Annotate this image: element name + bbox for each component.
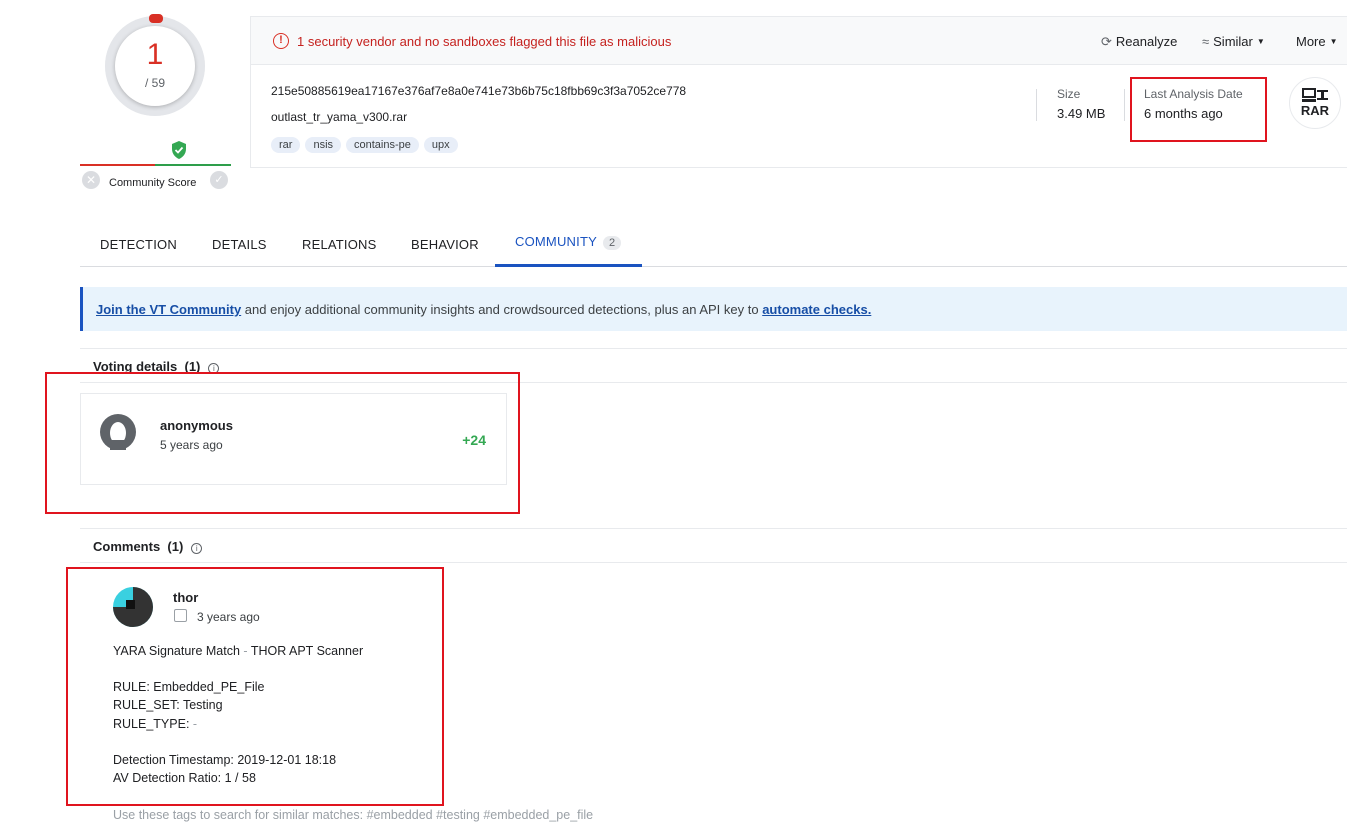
comment-tags-line: Use these tags to search for similar mat… <box>113 808 594 822</box>
scanner-name: THOR APT Scanner <box>250 644 364 658</box>
comment-time: 3 years ago <box>197 610 260 624</box>
info-icon[interactable]: i <box>191 543 203 554</box>
file-tags: rar nsis contains-pe upx <box>271 136 463 153</box>
separator-text: - <box>239 644 251 658</box>
alert-bar: ! 1 security vendor and no sandboxes fla… <box>251 17 1347 65</box>
refresh-icon: ⟳ <box>1101 34 1112 49</box>
yara-match-text: YARA Signature Match <box>113 644 240 658</box>
anonymous-avatar-icon <box>100 414 136 450</box>
reanalyze-button[interactable]: ⟳ Reanalyze <box>1101 34 1177 50</box>
divider <box>1124 89 1125 121</box>
tab-details[interactable]: DETAILS <box>212 237 267 252</box>
similar-label: Similar <box>1213 34 1253 49</box>
last-analysis-date-value: 6 months ago <box>1144 106 1223 121</box>
comments-title-text: Comments <box>93 539 161 554</box>
file-header-card: ! 1 security vendor and no sandboxes fla… <box>250 16 1347 168</box>
vote-score: +24 <box>462 432 486 448</box>
community-score-bar <box>80 164 231 166</box>
community-count-badge: 2 <box>602 236 622 250</box>
score-indicator-dot <box>149 14 163 23</box>
comment-rule-set: RULE_SET: Testing <box>113 698 223 712</box>
rule-type-value: - <box>189 717 198 731</box>
file-type-label: RAR <box>1300 103 1330 118</box>
size-value: 3.49 MB <box>1057 106 1106 121</box>
tag-upx[interactable]: upx <box>423 137 458 153</box>
join-community-link[interactable]: Join the VT Community <box>96 302 241 317</box>
tab-behavior[interactable]: BEHAVIOR <box>411 237 479 252</box>
shield-check-icon <box>172 141 186 159</box>
tab-detection[interactable]: DETECTION <box>100 237 177 252</box>
comment-timestamp: Detection Timestamp: 2019-12-01 18:18 <box>113 753 337 767</box>
size-label: Size <box>1057 87 1081 101</box>
reanalyze-label: Reanalyze <box>1115 34 1178 49</box>
tag-contains-pe[interactable]: contains-pe <box>346 137 419 153</box>
thor-avatar <box>113 587 153 627</box>
similar-icon: ≈ <box>1202 34 1210 49</box>
comment-rule: RULE: Embedded_PE_File <box>113 680 265 694</box>
comments-title: Comments (1) i <box>93 539 203 554</box>
alert-message: 1 security vendor and no sandboxes flagg… <box>297 34 672 49</box>
comments-count: (1) <box>167 539 184 554</box>
file-type-badge: RAR <box>1289 77 1341 129</box>
banner-middle-text: and enjoy additional community insights … <box>241 302 763 317</box>
report-tabs: DETECTION DETAILS RELATIONS BEHAVIOR COM… <box>80 228 1347 267</box>
alert-icon: ! <box>273 33 289 49</box>
vote-time: 5 years ago <box>160 438 223 452</box>
vote-malicious-icon[interactable]: ✕ <box>82 171 100 189</box>
comment-ratio: AV Detection Ratio: 1 / 58 <box>113 771 256 785</box>
tag-nsis[interactable]: nsis <box>305 137 342 153</box>
voting-count: (1) <box>184 359 201 374</box>
comments-header: Comments (1) i <box>80 528 1347 563</box>
info-icon[interactable]: i <box>208 363 220 374</box>
tag-rar[interactable]: rar <box>271 137 301 153</box>
vote-user[interactable]: anonymous <box>160 418 233 433</box>
community-banner: Join the VT Community and enjoy addition… <box>80 287 1347 331</box>
rar-file-icon <box>1302 88 1328 102</box>
comment-user[interactable]: thor <box>173 590 198 605</box>
vote-harmless-icon[interactable]: ✓ <box>210 171 228 189</box>
caret-down-icon: ▼ <box>1256 37 1265 46</box>
similar-dropdown[interactable]: ≈ Similar ▼ <box>1202 34 1265 49</box>
vote-card: anonymous 5 years ago +24 <box>80 393 507 485</box>
active-tab-indicator <box>495 264 642 267</box>
tab-community[interactable]: COMMUNITY 2 <box>515 234 622 250</box>
detection-score-inner: 1 / 59 <box>115 26 195 106</box>
banner-text: Join the VT Community and enjoy addition… <box>96 302 871 317</box>
more-dropdown[interactable]: More ▼ <box>1296 34 1338 49</box>
engine-total: / 59 <box>144 76 165 90</box>
detection-count: 1 <box>146 38 164 71</box>
file-hash[interactable]: 215e50885619ea17167e376af7e8a0e741e73b6b… <box>271 84 686 98</box>
voting-title-text: Voting details <box>93 359 178 374</box>
detection-score-gauge: 1 / 59 <box>105 14 205 116</box>
tab-relations[interactable]: RELATIONS <box>302 237 377 252</box>
community-score-label: Community Score <box>109 177 197 189</box>
divider <box>1036 89 1037 121</box>
last-analysis-date-label: Last Analysis Date <box>1144 87 1243 101</box>
file-name: outlast_tr_yama_v300.rar <box>271 110 408 124</box>
comment-line: YARA Signature Match - THOR APT Scanner <box>113 644 363 658</box>
tab-community-label: COMMUNITY <box>515 234 597 249</box>
caret-down-icon: ▼ <box>1329 37 1338 46</box>
voting-details-header: Voting details (1) i <box>80 348 1347 383</box>
automate-checks-link[interactable]: automate checks. <box>762 302 871 317</box>
calendar-icon <box>174 609 187 622</box>
comment-rule-type: RULE_TYPE: - <box>113 717 197 731</box>
rule-type-label: RULE_TYPE: <box>113 717 190 731</box>
voting-details-title: Voting details (1) i <box>93 359 220 374</box>
more-label: More <box>1296 34 1326 49</box>
